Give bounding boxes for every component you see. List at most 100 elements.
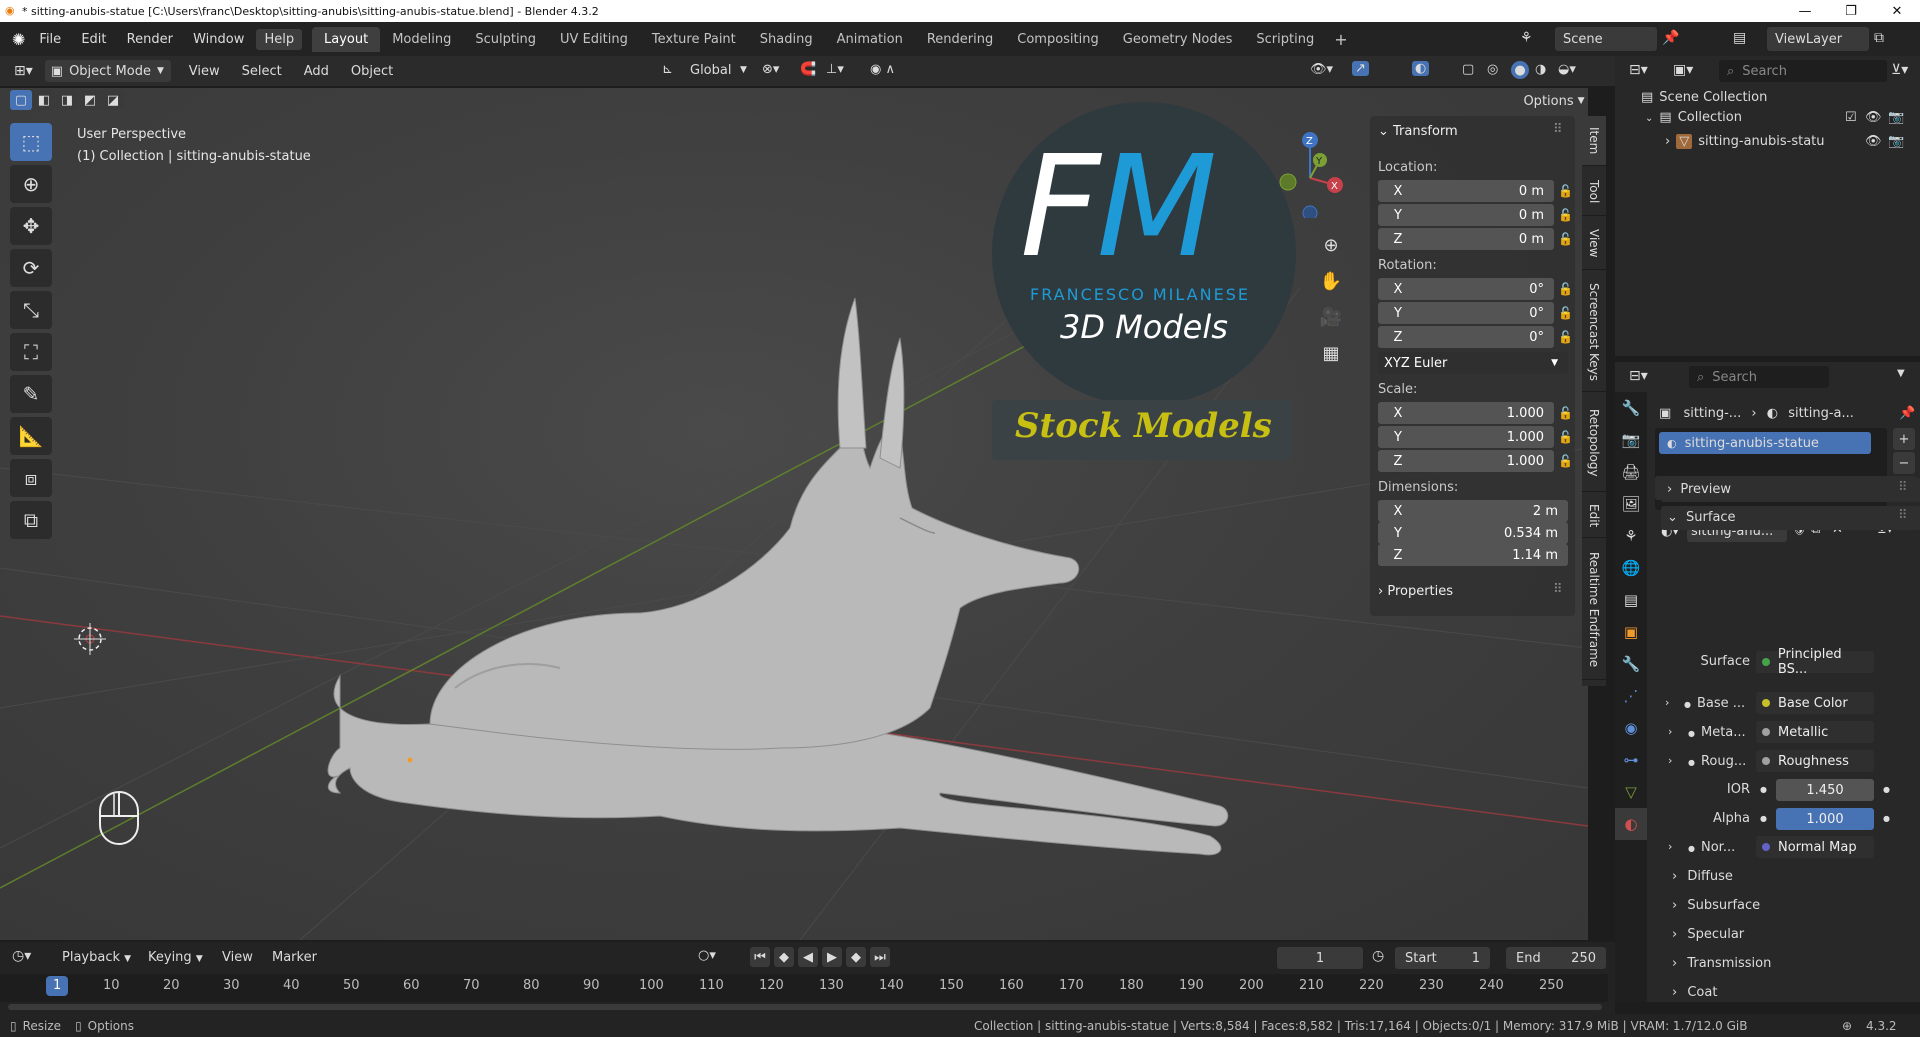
move-tool-icon[interactable]: ✥ <box>10 207 52 245</box>
properties-editor-icon[interactable]: ⊟▾ <box>1629 368 1648 384</box>
select-subtract-icon[interactable]: ◨ <box>56 90 78 110</box>
scene-selector[interactable]: Scene <box>1555 27 1657 51</box>
tab-layout[interactable]: Layout <box>312 27 381 52</box>
cursor-tool-icon[interactable]: ⊕ <box>10 165 52 203</box>
end-frame-field[interactable]: End 250 <box>1506 947 1606 969</box>
world-tab-icon[interactable]: 🌐 <box>1615 552 1647 584</box>
exclude-checkbox[interactable]: ☑ <box>1845 110 1857 125</box>
preview-header[interactable]: › Preview <box>1667 482 1731 497</box>
timeline-view-menu[interactable]: View <box>222 950 253 965</box>
alpha-field[interactable]: 1.000 <box>1776 808 1874 830</box>
auto-keying-icon[interactable]: ○▾ <box>698 948 716 963</box>
select-box-icon[interactable]: ⬚ <box>10 123 52 161</box>
rotate-tool-icon[interactable]: ⟳ <box>10 249 52 287</box>
scale-z-field[interactable]: Z 1.000 <box>1378 450 1554 472</box>
scale-x-field[interactable]: X 1.000 <box>1378 402 1554 424</box>
annotate-tool-icon[interactable]: ✎ <box>10 375 52 413</box>
select-new-icon[interactable]: ▢ <box>10 90 32 110</box>
eye-icon[interactable]: 👁 <box>1865 110 1882 125</box>
drag-handle-icon[interactable]: ⠿ <box>1898 480 1908 495</box>
tab-uv-editing[interactable]: UV Editing <box>548 27 640 52</box>
chevron-right-icon[interactable]: › <box>1668 754 1672 767</box>
transform-header[interactable]: ⌄ Transform <box>1378 124 1458 139</box>
scene-collection-row[interactable]: ▤ Scene Collection <box>1641 90 1767 105</box>
scene-tab-icon[interactable]: ⚘ <box>1615 520 1647 552</box>
tab-retopology[interactable]: Retopology <box>1582 394 1606 492</box>
camera-icon[interactable]: 📷 <box>1888 110 1904 125</box>
tool-tab-icon[interactable]: 🔧 <box>1615 392 1647 424</box>
select-extend-icon[interactable]: ◧ <box>33 90 55 110</box>
play-reverse-icon[interactable]: ◀ <box>798 947 818 967</box>
tab-rendering[interactable]: Rendering <box>915 27 1005 52</box>
transmission-panel[interactable]: › Transmission <box>1672 956 1771 971</box>
tab-texture-paint[interactable]: Texture Paint <box>640 27 748 52</box>
editor-type-icon[interactable]: ⊞▾ <box>14 63 33 79</box>
viewlayer-selector[interactable]: ViewLayer <box>1767 27 1869 51</box>
location-y-field[interactable]: Y0 m <box>1378 204 1554 226</box>
viewlayer-icon[interactable]: ▤ <box>1733 30 1746 46</box>
menu-object[interactable]: Object <box>351 64 393 79</box>
scale-y-field[interactable]: Y 1.000 <box>1378 426 1554 448</box>
lock-icon[interactable]: 🔓 <box>1558 454 1573 468</box>
ortho-grid-icon[interactable]: ▦ <box>1318 336 1344 372</box>
remove-slot-icon[interactable]: − <box>1893 452 1915 474</box>
gizmo-toggle-icon[interactable]: ↗ <box>1352 61 1369 76</box>
maximize-button[interactable]: ❐ <box>1828 0 1874 22</box>
object-tab-icon[interactable]: ▣ <box>1615 616 1647 648</box>
proportional-edit-icon[interactable]: ◉ ∧ <box>870 62 895 77</box>
outliner-search-input[interactable]: ⌕ Search <box>1719 60 1887 82</box>
diffuse-panel[interactable]: › Diffuse <box>1672 869 1733 884</box>
filter-icon[interactable]: ⊻▾ <box>1891 62 1908 78</box>
navigation-gizmo[interactable]: Z X Y <box>1270 128 1350 218</box>
measure-tool-icon[interactable]: 📐 <box>10 417 52 455</box>
add-primitive-tool-icon[interactable]: ⧉ <box>10 501 52 539</box>
material-slot-item[interactable]: ◐ sitting-anubis-statue <box>1659 432 1871 454</box>
rendered-shading-icon[interactable]: ◒▾ <box>1558 62 1576 77</box>
properties-search-input[interactable]: ⌕ Search <box>1689 366 1829 388</box>
snap-target-icon[interactable]: ⊥▾ <box>826 62 844 77</box>
clock-icon[interactable]: ◷ <box>1372 948 1384 964</box>
lock-icon[interactable]: 🔓 <box>1558 184 1573 198</box>
play-icon[interactable]: ▶ <box>822 947 842 967</box>
wireframe-shading-icon[interactable]: ◎ <box>1487 62 1498 77</box>
marker-menu[interactable]: Marker <box>272 950 317 965</box>
drag-handle-icon[interactable]: ⠿ <box>1898 508 1908 523</box>
surface-header[interactable]: ⌄ Surface <box>1667 510 1736 525</box>
object-row[interactable]: › ▽ sitting-anubis-statu <box>1665 134 1855 149</box>
dimension-x-field[interactable]: X2 m <box>1378 500 1568 522</box>
ior-field[interactable]: 1.450 <box>1776 779 1874 801</box>
physics-tab-icon[interactable]: ◉ <box>1615 712 1647 744</box>
overlay-toggle-icon[interactable]: ◐ <box>1412 61 1430 76</box>
keyframe-dot-icon[interactable]: ● <box>1883 785 1890 794</box>
transform-tool-icon[interactable]: ⛶ <box>10 333 52 371</box>
data-tab-icon[interactable]: ▽ <box>1615 776 1647 808</box>
new-viewlayer-icon[interactable]: ⧉ <box>1874 30 1884 46</box>
camera-view-icon[interactable]: 🎥 <box>1318 300 1344 336</box>
close-button[interactable]: ✕ <box>1874 0 1920 22</box>
options-button[interactable]: Options ▼ <box>1523 90 1585 112</box>
subsurface-panel[interactable]: › Subsurface <box>1672 898 1760 913</box>
render-tab-icon[interactable]: 📷 <box>1615 424 1647 456</box>
menu-add[interactable]: Add <box>304 64 329 79</box>
chevron-right-icon[interactable]: › <box>1668 840 1672 853</box>
xray-icon[interactable]: ▢ <box>1462 62 1474 77</box>
tab-view[interactable]: View <box>1582 218 1606 270</box>
eye-icon[interactable]: 👁 <box>1865 134 1882 149</box>
menu-select[interactable]: Select <box>242 64 282 79</box>
menu-render[interactable]: Render <box>119 29 181 50</box>
start-frame-field[interactable]: Start 1 <box>1395 947 1490 969</box>
add-slot-icon[interactable]: + <box>1893 428 1915 450</box>
menu-edit[interactable]: Edit <box>73 29 114 50</box>
rotation-y-field[interactable]: Y 0° <box>1378 302 1554 324</box>
constraints-tab-icon[interactable]: ⊶ <box>1615 744 1647 776</box>
menu-window[interactable]: Window <box>185 29 252 50</box>
properties-header[interactable]: › Properties <box>1378 584 1453 599</box>
specular-panel[interactable]: › Specular <box>1672 927 1744 942</box>
scale-tool-icon[interactable]: ⤡ <box>10 291 52 329</box>
dimension-y-field[interactable]: Y 0.534 m <box>1378 522 1568 544</box>
location-z-field[interactable]: Z0 m <box>1378 228 1554 250</box>
playback-menu[interactable]: Playback ▼ <box>62 950 131 965</box>
keying-menu[interactable]: Keying ▼ <box>148 950 203 965</box>
jump-end-icon[interactable]: ⏭ <box>870 947 890 967</box>
prev-keyframe-icon[interactable]: ◆ <box>774 947 794 967</box>
